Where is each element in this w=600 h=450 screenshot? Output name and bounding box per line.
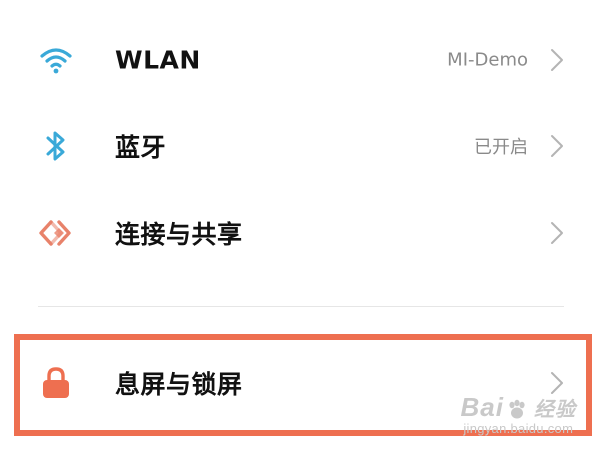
chevron-right-icon (550, 134, 564, 158)
watermark-url: jingyan.baidu.com (463, 421, 574, 436)
settings-row-value: 已开启 (474, 137, 528, 158)
bluetooth-icon (38, 128, 74, 164)
chevron-right-icon (550, 221, 564, 245)
settings-row-connection-sharing[interactable]: 连接与共享 (0, 193, 600, 273)
settings-row-label: 连接与共享 (115, 220, 243, 249)
section-divider (38, 306, 564, 307)
connection-sharing-icon (38, 215, 74, 251)
chevron-right-icon (550, 48, 564, 72)
settings-row-lock-screen[interactable]: 息屏与锁屏 (0, 343, 600, 423)
settings-row-label: 蓝牙 (115, 133, 167, 162)
wifi-icon (38, 42, 74, 78)
chevron-right-icon (550, 371, 564, 395)
settings-row-wlan[interactable]: WLAN MI-Demo (0, 20, 600, 100)
settings-row-label: WLAN (115, 45, 201, 75)
settings-row-bluetooth[interactable]: 蓝牙 已开启 (0, 106, 600, 186)
settings-row-label: 息屏与锁屏 (115, 370, 243, 399)
lock-icon (38, 365, 74, 401)
settings-row-value: MI-Demo (447, 49, 528, 71)
